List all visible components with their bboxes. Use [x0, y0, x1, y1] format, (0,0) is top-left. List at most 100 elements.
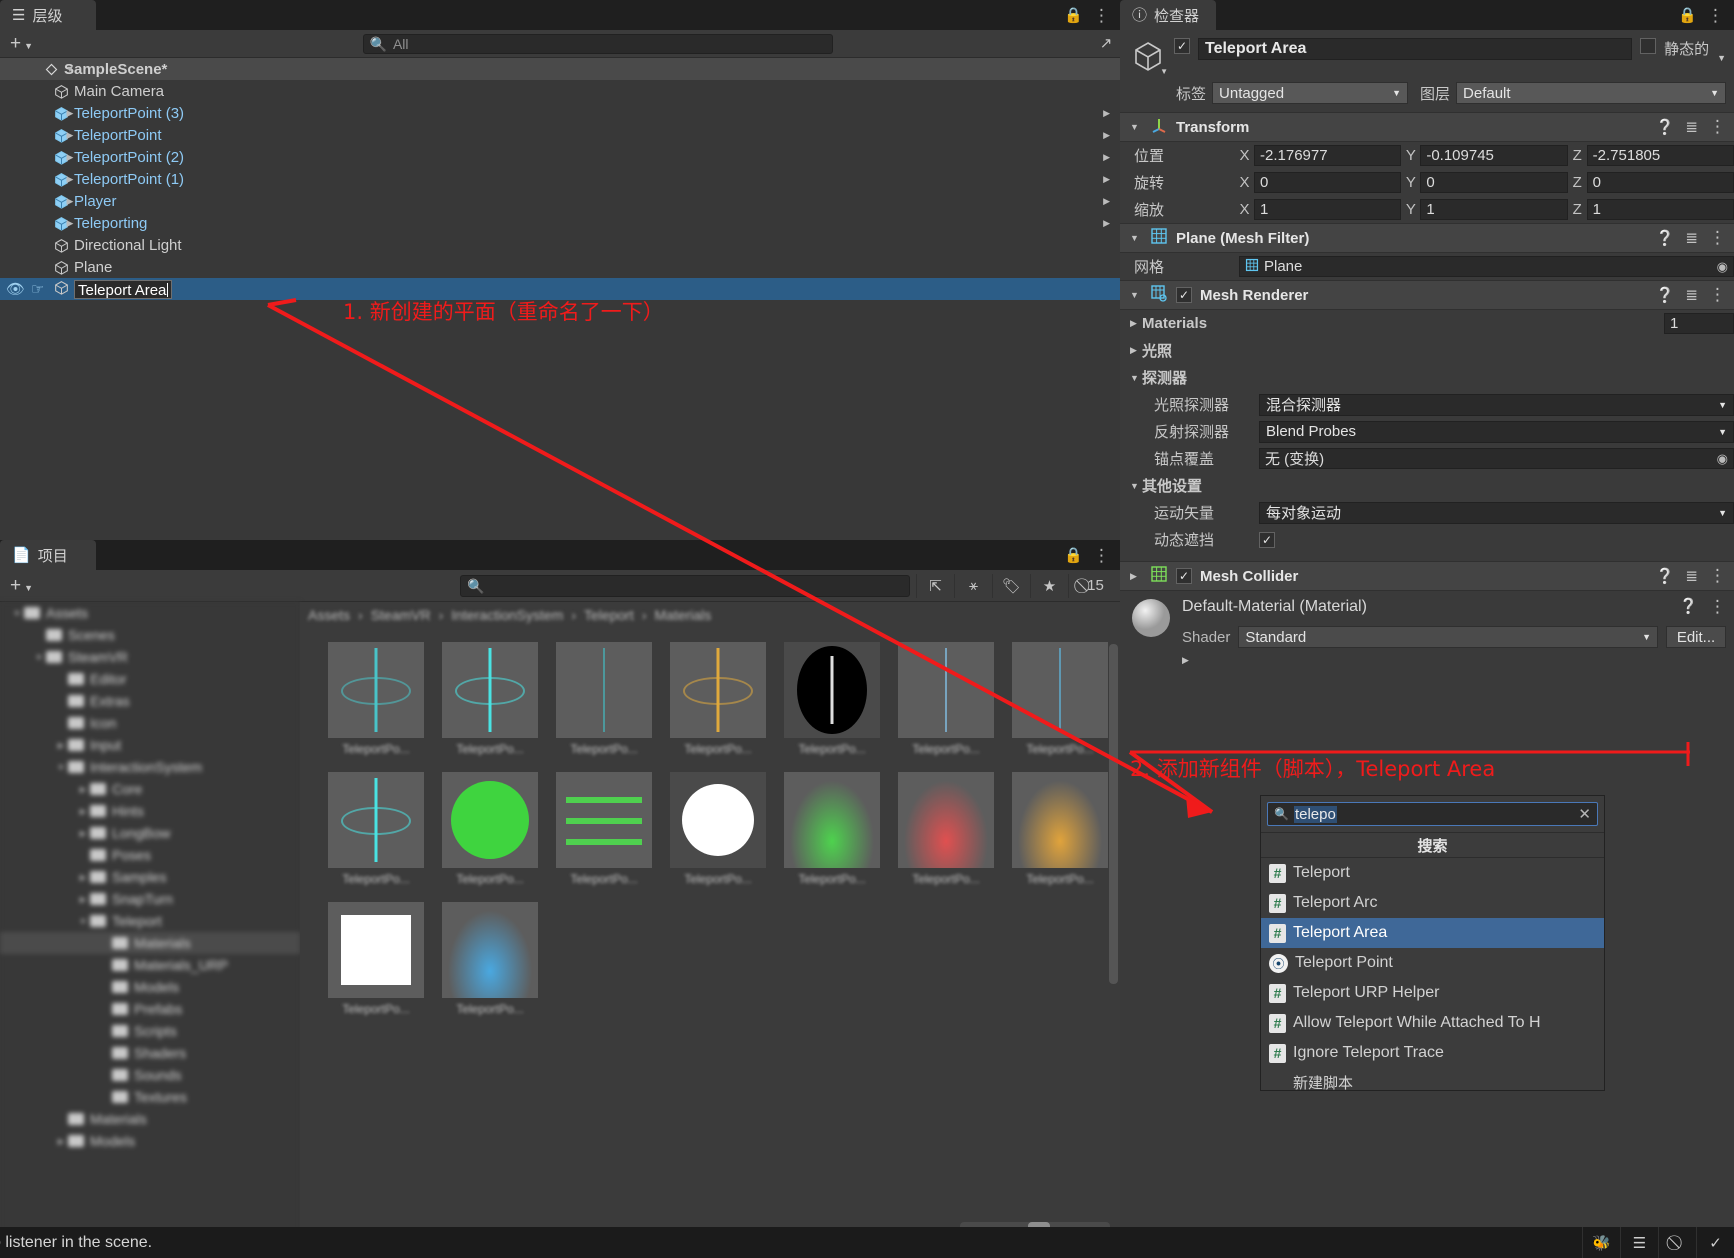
chevron-down-icon[interactable]: ▼: [1130, 122, 1142, 132]
project-tree-row[interactable]: ▼ InteractionSystem: [0, 756, 300, 778]
breadcrumb-item[interactable]: Teleport: [584, 607, 634, 623]
prefab-open-arrow-icon[interactable]: ▶: [1103, 152, 1110, 163]
pickability-hand-icon[interactable]: ☞: [31, 280, 44, 298]
project-tree-row[interactable]: ▶ SnapTurn: [0, 888, 300, 910]
component-result-item[interactable]: # Allow Teleport While Attached To H: [1261, 1008, 1604, 1038]
gameobject-enabled-checkbox[interactable]: ✓: [1174, 38, 1190, 54]
asset-item[interactable]: TeleportPo...: [670, 642, 766, 756]
hierarchy-row[interactable]: Directional Light: [0, 234, 1120, 256]
transform-z-field[interactable]: 0: [1586, 172, 1734, 193]
hierarchy-search-input[interactable]: 🔍 All: [362, 33, 833, 54]
expand-window-icon[interactable]: ↗: [1100, 36, 1113, 51]
hierarchy-add-button[interactable]: + ▼: [0, 33, 43, 55]
project-tree-row[interactable]: Scenes: [0, 624, 300, 646]
probes-foldout-row[interactable]: ▼ 探测器: [1120, 364, 1734, 391]
preset-icon[interactable]: ≣: [1685, 567, 1698, 585]
project-tree-row[interactable]: ▶ Samples: [0, 866, 300, 888]
project-tree-row[interactable]: Scripts: [0, 1020, 300, 1042]
hierarchy-row[interactable]: ▶ TeleportPoint (3) ▶: [0, 102, 1120, 124]
anchor-override-field[interactable]: 无 (变换) ◉: [1259, 448, 1734, 469]
project-tree-row[interactable]: ▶ Core: [0, 778, 300, 800]
chevron-right-icon[interactable]: ▶: [1130, 345, 1142, 356]
asset-item[interactable]: TeleportPo...: [1012, 772, 1108, 886]
kebab-icon[interactable]: ⋮: [1709, 228, 1726, 248]
transform-y-field[interactable]: 0: [1420, 172, 1568, 193]
motion-vectors-dropdown[interactable]: 每对象运动 ▼: [1259, 501, 1734, 524]
transform-x-field[interactable]: 0: [1254, 172, 1402, 193]
kebab-icon[interactable]: ⋮: [1709, 285, 1726, 305]
asset-item[interactable]: TeleportPo...: [328, 772, 424, 886]
chevron-right-icon[interactable]: ▶: [54, 1137, 68, 1146]
project-tree-row[interactable]: Editor: [0, 668, 300, 690]
light-probes-dropdown[interactable]: 混合探测器 ▼: [1259, 393, 1734, 416]
hierarchy-rename-input[interactable]: Teleport Area: [74, 279, 173, 299]
prefab-open-arrow-icon[interactable]: ▶: [1103, 174, 1110, 185]
project-tree-row[interactable]: ▶ Input: [0, 734, 300, 756]
reflection-probes-dropdown[interactable]: Blend Probes ▼: [1259, 420, 1734, 443]
kebab-icon[interactable]: ⋮: [1093, 547, 1110, 564]
project-tree-row[interactable]: Materials: [0, 1108, 300, 1130]
chevron-down-icon[interactable]: ▼: [1130, 373, 1142, 383]
project-add-button[interactable]: + ▼: [0, 575, 43, 597]
prefab-open-arrow-icon[interactable]: ▶: [1103, 130, 1110, 141]
chevron-right-icon[interactable]: ▶: [54, 741, 68, 750]
tab-inspector[interactable]: ⓘ 检查器: [1120, 0, 1216, 30]
chevron-right-icon[interactable]: ▶: [64, 196, 76, 207]
asset-item[interactable]: TeleportPo...: [784, 772, 880, 886]
component-result-item[interactable]: # Teleport: [1261, 858, 1604, 888]
hierarchy-row[interactable]: ▶ TeleportPoint (1) ▶: [0, 168, 1120, 190]
chevron-down-icon[interactable]: ▼: [64, 64, 76, 74]
gameobject-name-field[interactable]: Teleport Area: [1198, 38, 1633, 60]
chevron-down-icon[interactable]: ▼: [1130, 233, 1142, 243]
chevron-down-icon[interactable]: ▼: [10, 609, 24, 618]
asset-item[interactable]: TeleportPo...: [784, 642, 880, 756]
help-icon[interactable]: ❔: [1679, 597, 1698, 617]
hierarchy-row[interactable]: ▶ Player ▶: [0, 190, 1120, 212]
tab-project[interactable]: 📄 项目: [0, 540, 96, 570]
transform-y-field[interactable]: -0.109745: [1420, 145, 1568, 166]
close-icon[interactable]: ✕: [1578, 805, 1591, 823]
component-result-item[interactable]: ⦿ Teleport Point: [1261, 948, 1604, 978]
kebab-icon[interactable]: ⋮: [1093, 7, 1110, 24]
asset-item[interactable]: TeleportPo...: [898, 772, 994, 886]
breadcrumb-item[interactable]: Assets: [308, 607, 350, 623]
component-result-item[interactable]: # Teleport Area: [1261, 918, 1604, 948]
chevron-right-icon[interactable]: ▶: [64, 108, 76, 119]
project-tree-row[interactable]: Materials: [0, 932, 300, 954]
project-tree-row[interactable]: Extras: [0, 690, 300, 712]
component-result-item[interactable]: # Ignore Teleport Trace: [1261, 1038, 1604, 1068]
project-tree-row[interactable]: Shaders: [0, 1042, 300, 1064]
transform-z-field[interactable]: -2.751805: [1586, 145, 1734, 166]
project-folder-tree[interactable]: ▼ Assets Scenes ▼ SteamVR Editor Extras Icon ▶ In…: [0, 602, 300, 1237]
project-tree-row[interactable]: Textures: [0, 1086, 300, 1108]
asset-item[interactable]: TeleportPo...: [898, 642, 994, 756]
asset-item[interactable]: TeleportPo...: [556, 772, 652, 886]
check-icon[interactable]: ✓: [1696, 1227, 1734, 1258]
shader-edit-button[interactable]: Edit...: [1666, 626, 1726, 648]
chevron-down-icon[interactable]: ▼: [32, 653, 46, 662]
chevron-right-icon[interactable]: ▶: [1130, 571, 1142, 582]
static-dropdown-icon[interactable]: ▼: [1717, 53, 1726, 63]
lock-icon[interactable]: 🔒: [1064, 548, 1083, 563]
transform-y-field[interactable]: 1: [1420, 199, 1568, 220]
chevron-down-icon[interactable]: ▼: [1130, 481, 1142, 491]
hierarchy-row[interactable]: ▶ TeleportPoint (2) ▶: [0, 146, 1120, 168]
transform-z-field[interactable]: 1: [1586, 199, 1734, 220]
lighting-foldout-row[interactable]: ▶ 光照: [1120, 337, 1734, 364]
asset-item[interactable]: TeleportPo...: [556, 642, 652, 756]
project-tree-row[interactable]: Sounds: [0, 1064, 300, 1086]
other-settings-foldout-row[interactable]: ▼ 其他设置: [1120, 472, 1734, 499]
favorite-star-icon[interactable]: ★: [1030, 573, 1068, 598]
kebab-icon[interactable]: ⋮: [1709, 597, 1726, 617]
component-result-item[interactable]: # Teleport Arc: [1261, 888, 1604, 918]
visibility-eye-icon[interactable]: 👁: [6, 280, 25, 298]
hierarchy-row[interactable]: ▶ TeleportPoint ▶: [0, 124, 1120, 146]
mesh-object-field[interactable]: Plane ◉: [1239, 256, 1734, 277]
chevron-right-icon[interactable]: ▶: [64, 130, 76, 141]
chevron-right-icon[interactable]: ▶: [64, 218, 76, 229]
preset-icon[interactable]: ≣: [1685, 118, 1698, 136]
dynamic-occlusion-checkbox[interactable]: ✓: [1259, 531, 1275, 548]
breadcrumb-item[interactable]: SteamVR: [371, 607, 431, 623]
hierarchy-row[interactable]: Plane: [0, 256, 1120, 278]
project-tree-row[interactable]: ▶ Hints: [0, 800, 300, 822]
